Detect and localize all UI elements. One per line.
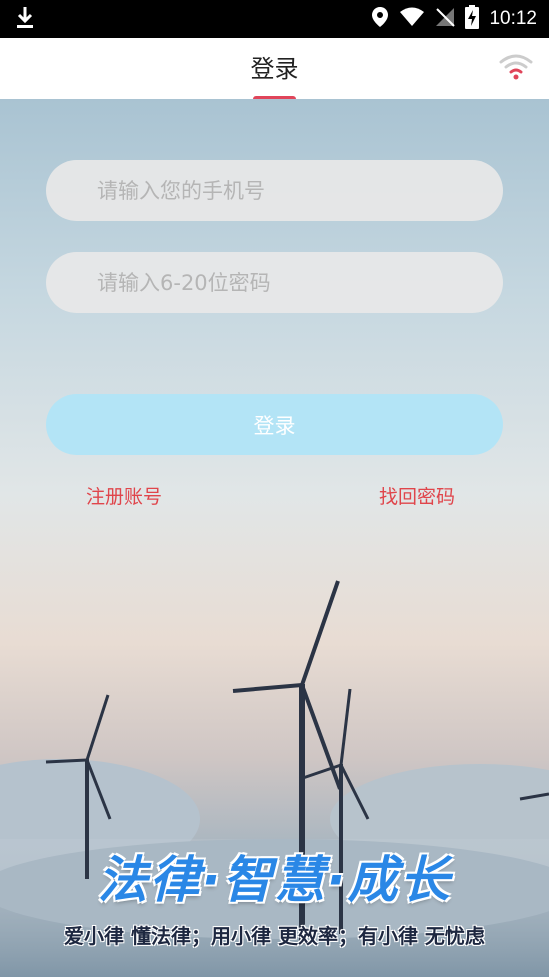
no-sim-icon [435,7,456,31]
register-link[interactable]: 注册账号 [86,482,162,509]
download-icon [14,5,36,33]
wifi-signal-icon [399,7,425,31]
password-field[interactable] [46,252,503,313]
page-title: 登录 [250,55,299,83]
app-header: 登录 [0,38,549,102]
login-button[interactable]: 登录 [46,394,503,455]
slogan-main: 法律·智慧·成长 [97,851,452,909]
wifi-icon[interactable] [499,52,533,84]
password-input[interactable] [97,270,503,295]
forgot-password-link[interactable]: 找回密码 [379,482,455,509]
status-bar: 10:12 [0,0,549,38]
location-icon [371,6,389,32]
slogan-sub: 爱小律 懂法律；用小律 更效率；有小律 无忧虑 [64,924,485,948]
phone-input[interactable] [97,178,503,203]
battery-charging-icon [465,5,480,33]
phone-field[interactable] [46,160,503,221]
status-time: 10:12 [489,8,537,29]
